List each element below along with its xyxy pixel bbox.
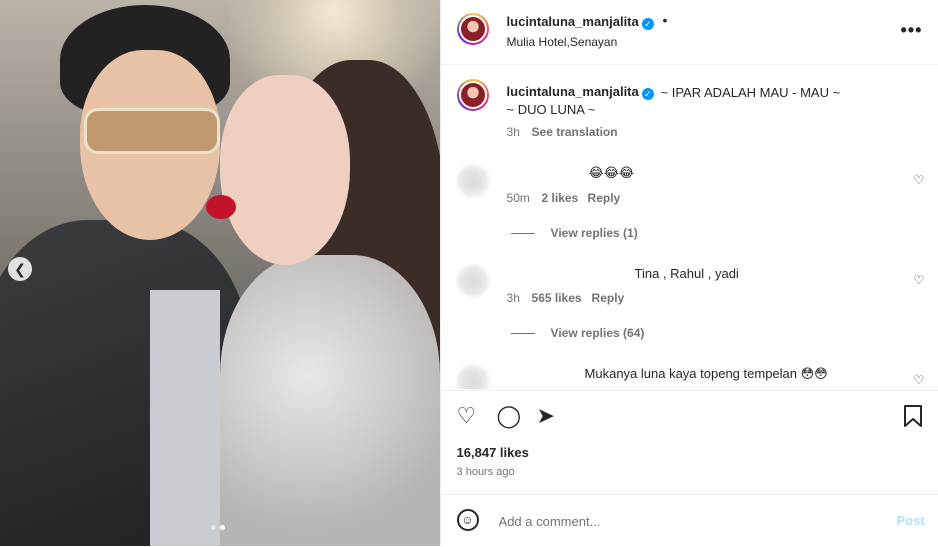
comments-list[interactable]: lucintaluna_manjalita ✓ ~ IPAR ADALAH MAU… bbox=[441, 65, 938, 389]
caption-username[interactable]: lucintaluna_manjalita ✓ bbox=[507, 84, 654, 100]
bookmark-icon[interactable] bbox=[903, 405, 923, 431]
comment-text: Tina , Rahul , yadi bbox=[634, 266, 739, 281]
heart-icon[interactable]: ♡ bbox=[914, 373, 926, 387]
post-header: lucintaluna_manjalita ✓ • Mulia Hotel,Sen… bbox=[440, 0, 938, 65]
comment-likes[interactable]: 565 likes bbox=[532, 291, 582, 305]
more-options-icon[interactable]: ••• bbox=[901, 20, 923, 41]
carousel-dot bbox=[211, 525, 216, 530]
author-username[interactable]: lucintaluna_manjalita ✓ bbox=[507, 14, 654, 30]
comment-time: 3h bbox=[506, 291, 520, 305]
see-translation-link[interactable]: See translation bbox=[532, 125, 618, 139]
likes-count[interactable]: 16,847 likes bbox=[457, 445, 529, 460]
author-avatar[interactable] bbox=[456, 13, 489, 45]
caption-avatar[interactable] bbox=[456, 79, 489, 111]
reply-button[interactable]: Reply bbox=[588, 191, 621, 205]
add-comment-input[interactable] bbox=[496, 505, 881, 537]
photo-lips bbox=[206, 195, 236, 219]
caption-username-text[interactable]: lucintaluna_manjalita bbox=[507, 84, 639, 99]
post-side-panel: lucintaluna_manjalita ✓ • Mulia Hotel,Sen… bbox=[439, 0, 938, 547]
chevron-left-icon: ❮ bbox=[14, 260, 26, 277]
comment-icon[interactable]: ◯ bbox=[497, 405, 522, 427]
comment-time: 50m bbox=[506, 191, 530, 205]
replies-divider bbox=[510, 233, 535, 234]
post-time[interactable]: 3 hours ago bbox=[457, 466, 515, 478]
heart-icon[interactable]: ♡ bbox=[914, 273, 926, 287]
replies-divider bbox=[510, 333, 535, 334]
comment-text: 😂😂😂 bbox=[588, 165, 635, 180]
commenter-avatar[interactable] bbox=[456, 265, 489, 297]
photo-face-woman bbox=[220, 75, 350, 265]
comment-box: ☺ Post bbox=[440, 494, 938, 547]
comment-text: Mukanya luna kaya topeng tempelan 😳😳 bbox=[584, 366, 828, 381]
location-link[interactable]: Mulia Hotel,Senayan bbox=[507, 35, 618, 49]
caption-text-line2: ~ DUO LUNA ~ bbox=[506, 102, 596, 117]
post-comment-button[interactable]: Post bbox=[897, 513, 925, 528]
reply-button[interactable]: Reply bbox=[592, 291, 625, 305]
verified-badge-icon: ✓ bbox=[641, 18, 654, 30]
photo-shirt bbox=[150, 290, 220, 546]
previous-photo-button[interactable]: ❮ bbox=[8, 257, 32, 281]
view-replies-button[interactable]: View replies (64) bbox=[551, 326, 645, 340]
action-bar: ♡ ◯ ➤ bbox=[440, 390, 938, 441]
heart-icon[interactable]: ♡ bbox=[914, 173, 926, 187]
carousel-dots bbox=[211, 525, 225, 530]
caption-text: ~ IPAR ADALAH MAU - MAU ~ bbox=[660, 85, 841, 100]
post-dialog: ❮ lucintaluna_manjalita ✓ • Mulia Hotel,S… bbox=[0, 0, 938, 546]
send-icon[interactable]: ➤ bbox=[537, 405, 555, 427]
separator-dot: • bbox=[662, 12, 668, 28]
commenter-avatar[interactable] bbox=[456, 165, 489, 197]
photo-dress bbox=[220, 255, 440, 546]
comment-likes[interactable]: 2 likes bbox=[542, 191, 579, 205]
commenter-avatar[interactable] bbox=[456, 365, 489, 389]
username-text[interactable]: lucintaluna_manjalita bbox=[507, 14, 639, 29]
view-replies-button[interactable]: View replies (1) bbox=[551, 226, 638, 240]
post-photo[interactable]: ❮ bbox=[0, 0, 440, 546]
photo-glasses bbox=[84, 108, 220, 154]
heart-icon[interactable]: ♡ bbox=[457, 405, 477, 427]
smiley-icon[interactable]: ☺ bbox=[456, 509, 479, 531]
caption-time: 3h bbox=[506, 125, 520, 139]
carousel-dot-active bbox=[220, 525, 225, 530]
verified-badge-icon: ✓ bbox=[641, 88, 654, 100]
